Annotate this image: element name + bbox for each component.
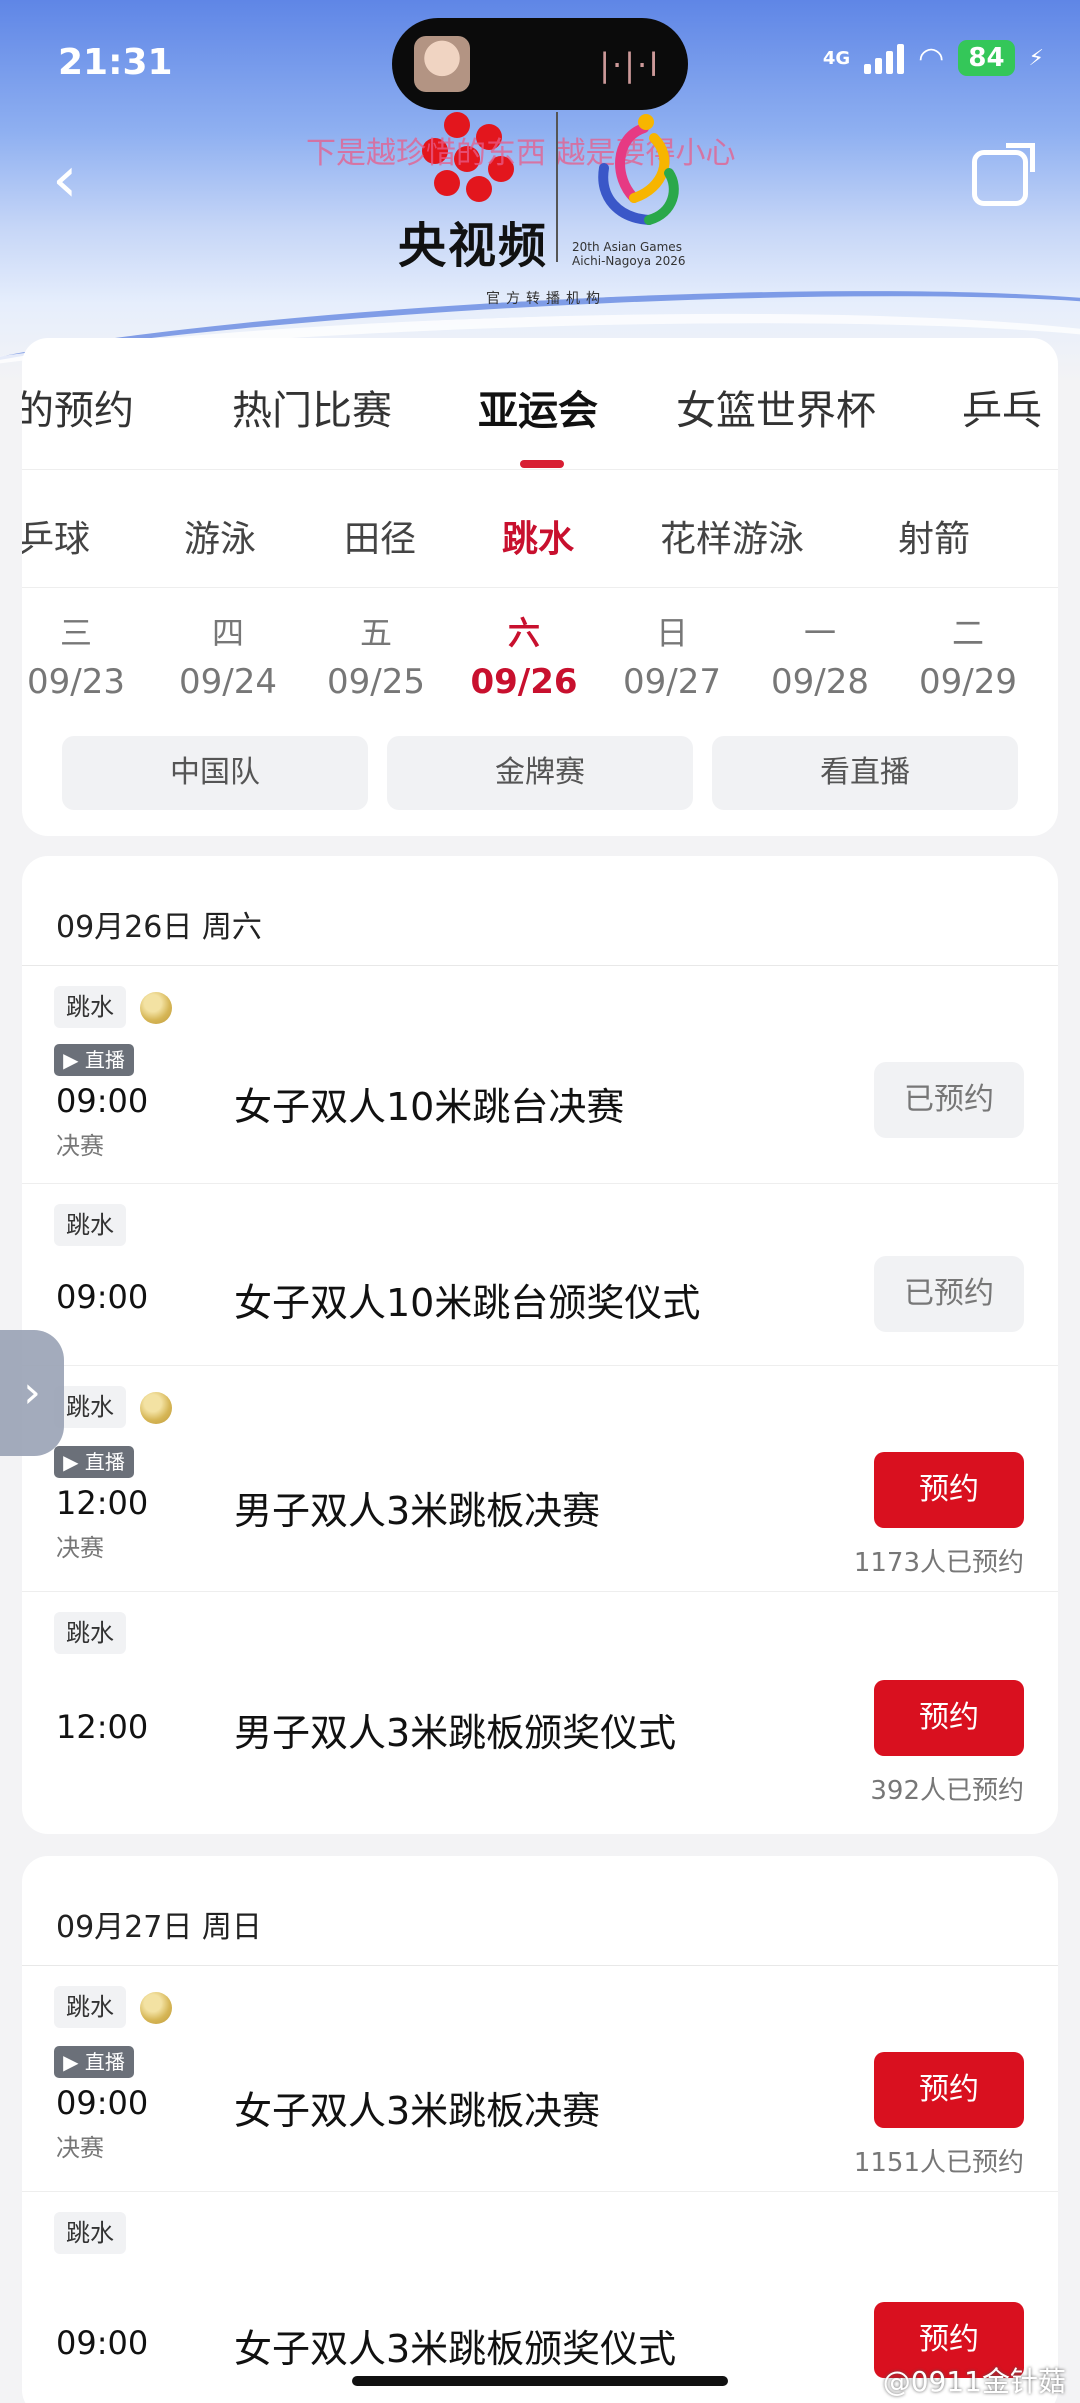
tab-hot-matches[interactable]: 热门比赛 <box>232 378 392 436</box>
charging-icon: ⚡ <box>1028 45 1044 71</box>
live-badge: ▶ 直播 <box>54 1044 134 1076</box>
reserve-button[interactable]: 预约 <box>874 2052 1024 2128</box>
sport-tab-athletics[interactable]: 田径 <box>344 510 416 562</box>
event-row[interactable]: 跳水 09:00 女子双人10米跳台颁奖仪式 已预约 <box>22 1184 1058 1366</box>
event-title: 女子双人10米跳台决赛 <box>234 1085 625 1129</box>
logo-divider <box>556 112 558 262</box>
games-caption: 20th Asian Games Aichi-Nagoya 2026 <box>572 240 686 268</box>
header-banner: 21:31 |·|·l 4G ◠ 84 ⚡ ‹ 下是越珍惜的东西 越是要得小心 … <box>0 0 1080 380</box>
date-item[interactable]: 三 09/23 <box>22 608 136 702</box>
filter-china-team-button[interactable]: 中国队 <box>62 736 368 810</box>
reserve-button[interactable]: 预约 <box>874 1452 1024 1528</box>
side-expand-button[interactable]: › <box>0 1330 64 1456</box>
reservation-count: 1173人已预约 <box>853 1548 1024 1578</box>
sport-tab-artistic-swimming[interactable]: 花样游泳 <box>660 510 804 562</box>
schedule-day-card: 09月27日 周日 跳水 ▶ 直播 09:00 决赛 女子双人3米跳板决赛 预约… <box>22 1856 1058 2403</box>
sport-tag: 跳水 <box>54 986 126 1028</box>
sport-tag: 跳水 <box>54 1204 126 1246</box>
event-time: 09:00 <box>56 1082 149 1120</box>
battery-icon: 84 <box>958 40 1015 76</box>
brand-name: 央视频 <box>398 218 549 274</box>
event-row[interactable]: 跳水 12:00 男子双人3米跳板颁奖仪式 预约 392人已预约 <box>22 1592 1058 1834</box>
event-row[interactable]: 跳水 ▶ 直播 09:00 决赛 女子双人10米跳台决赛 已预约 <box>22 966 1058 1184</box>
event-stage: 决赛 <box>56 2134 104 2162</box>
date-selector: 三 09/23 四 09/24 五 09/25 六 09/26 日 09/27 一 09/2… <box>22 588 1058 718</box>
event-stage: 决赛 <box>56 1534 104 1562</box>
filter-live-button[interactable]: 看直播 <box>712 736 1018 810</box>
event-title: 男子双人3米跳板颁奖仪式 <box>234 1711 677 1755</box>
filter-gold-medal-button[interactable]: 金牌赛 <box>387 736 693 810</box>
live-badge: ▶ 直播 <box>54 2046 134 2078</box>
chevron-right-icon: › <box>23 1367 41 1418</box>
gold-medal-icon <box>140 992 172 1024</box>
status-time: 21:31 <box>58 42 173 83</box>
sport-tag: 跳水 <box>54 1986 126 2028</box>
sport-tab-swimming[interactable]: 游泳 <box>184 510 256 562</box>
event-time: 12:00 <box>56 1484 149 1522</box>
live-badge: ▶ 直播 <box>54 1446 134 1478</box>
back-button[interactable]: ‹ <box>52 148 102 212</box>
event-time: 09:00 <box>56 1278 149 1316</box>
event-row[interactable]: 跳水 ▶ 直播 12:00 决赛 男子双人3米跳板决赛 预约 1173人已预约 <box>22 1366 1058 1592</box>
dynamic-island: |·|·l <box>392 18 688 110</box>
asian-games-emblem-icon <box>598 114 679 225</box>
date-item-selected[interactable]: 六 09/26 <box>464 608 584 702</box>
gold-medal-icon <box>140 1392 172 1424</box>
tab-asian-games[interactable]: 亚运会 <box>478 378 598 436</box>
active-tab-indicator <box>520 460 564 468</box>
watermark-text: @0911金针菇 <box>882 2365 1066 2398</box>
status-indicators: 4G ◠ 84 ⚡ <box>823 40 1044 76</box>
sport-tab-archery[interactable]: 射箭 <box>898 510 970 562</box>
reservation-count: 392人已预约 <box>870 1776 1024 1806</box>
share-button[interactable] <box>972 143 1035 206</box>
network-label: 4G <box>822 47 851 69</box>
signal-icon <box>864 42 905 74</box>
event-time: 12:00 <box>56 1708 149 1746</box>
sport-tag: 跳水 <box>54 2212 126 2254</box>
day-header: 09月27日 周日 <box>22 1856 1058 1966</box>
date-item[interactable]: 四 09/24 <box>168 608 288 702</box>
schedule-day-card: 09月26日 周六 跳水 ▶ 直播 09:00 决赛 女子双人10米跳台决赛 已… <box>22 856 1058 1834</box>
event-time: 09:00 <box>56 2324 149 2362</box>
event-time: 09:00 <box>56 2084 149 2122</box>
day-header: 09月26日 周六 <box>22 856 1058 966</box>
sport-tag: 跳水 <box>54 1386 126 1428</box>
event-row[interactable]: 跳水 ▶ 直播 09:00 决赛 女子双人3米跳板决赛 预约 1151人已预约 <box>22 1966 1058 2192</box>
reservation-count: 1151人已预约 <box>853 2148 1024 2178</box>
event-title: 女子双人3米跳板颁奖仪式 <box>234 2327 677 2371</box>
tab-table-tennis[interactable]: 乒乓 <box>962 378 1042 436</box>
sport-tab-pingpong[interactable]: 乒球 <box>22 510 90 562</box>
event-stage: 决赛 <box>56 1132 104 1160</box>
sport-tab-bar: 乒球 游泳 田径 跳水 花样游泳 射箭 <box>22 470 1058 588</box>
reserve-button[interactable]: 预约 <box>874 1680 1024 1756</box>
sport-tab-diving[interactable]: 跳水 <box>502 510 574 562</box>
avatar <box>414 36 470 92</box>
event-title: 女子双人3米跳板决赛 <box>234 2089 601 2133</box>
top-tab-bar: 的预约 热门比赛 亚运会 女篮世界杯 乒乓 <box>22 338 1058 470</box>
brand-subtitle: 官方转播机构 <box>486 291 606 307</box>
tab-womens-basketball[interactable]: 女篮世界杯 <box>676 378 876 436</box>
date-item[interactable]: 一 09/28 <box>760 608 880 702</box>
audio-bars-icon: |·|·l <box>599 46 660 84</box>
gold-medal-icon <box>140 1992 172 2024</box>
date-item[interactable]: 二 09/29 <box>908 608 1028 702</box>
chevron-left-icon: ‹ <box>52 143 78 217</box>
date-item[interactable]: 日 09/27 <box>612 608 732 702</box>
event-title: 男子双人3米跳板决赛 <box>234 1489 601 1533</box>
event-title: 女子双人10米跳台颁奖仪式 <box>234 1281 701 1325</box>
home-indicator[interactable] <box>352 2376 728 2386</box>
reserved-button[interactable]: 已预约 <box>874 1256 1024 1332</box>
sport-tag: 跳水 <box>54 1612 126 1654</box>
category-card: 的预约 热门比赛 亚运会 女篮世界杯 乒乓 乒球 游泳 田径 跳水 花样游泳 射… <box>22 338 1058 836</box>
date-item[interactable]: 五 09/25 <box>316 608 436 702</box>
tab-my-reservations[interactable]: 的预约 <box>22 378 134 436</box>
reserved-button[interactable]: 已预约 <box>874 1062 1024 1138</box>
wifi-icon: ◠ <box>918 40 945 76</box>
